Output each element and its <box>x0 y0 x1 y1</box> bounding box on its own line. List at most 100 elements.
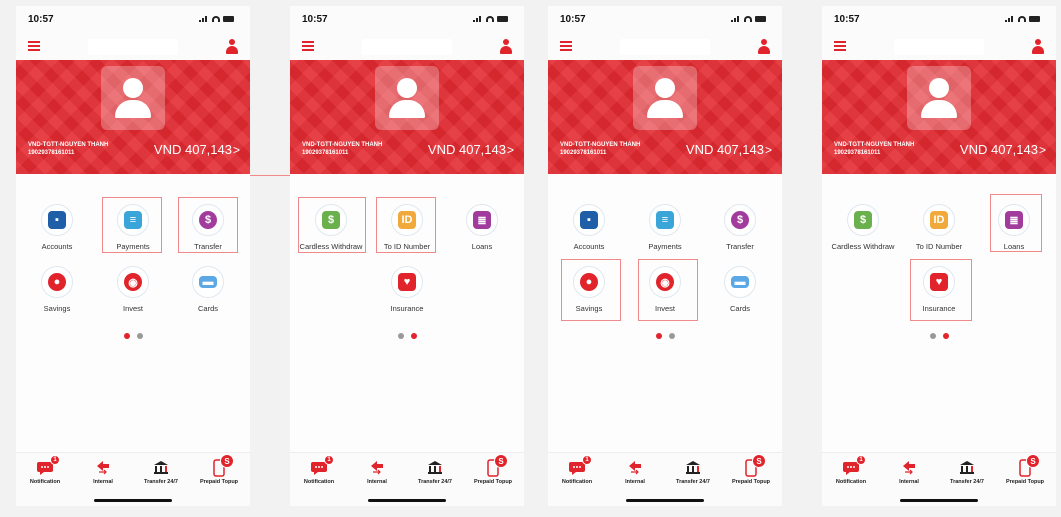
bill-icon: ≡ <box>656 211 674 229</box>
tile-savings[interactable]: ● Savings <box>17 266 97 324</box>
signal-icon <box>199 16 209 22</box>
bottom-tab-bar: 1 Notification Internal Transfer 24/7 S … <box>16 452 250 506</box>
account-balance[interactable]: VND 407,143> <box>686 142 772 157</box>
tile-insurance[interactable]: ♥ Insurance <box>367 266 447 324</box>
tile-cards-label: Cards <box>197 304 218 313</box>
bank-icon <box>152 459 170 477</box>
page-dot-active[interactable] <box>942 333 949 339</box>
tab-prepaid[interactable]: S Prepaid Topup <box>464 454 522 489</box>
notification-badge: 1 <box>582 455 592 465</box>
user-profile-icon[interactable] <box>500 39 512 55</box>
quick-actions-grid: $ Cardless Withdraw ID To ID Number ≣ Lo… <box>822 174 1056 454</box>
tile-to-id-number[interactable]: ID To ID Number <box>899 204 979 262</box>
tab-transfer247[interactable]: Transfer 24/7 <box>132 459 190 489</box>
status-time: 10:57 <box>302 14 328 25</box>
phone-screen-3: 10:57 VND-TGTT-NGUYEN THANH 190293781610… <box>548 6 782 506</box>
tab-transfer247[interactable]: Transfer 24/7 <box>938 459 996 489</box>
user-profile-icon[interactable] <box>758 39 770 55</box>
tab-transfer247[interactable]: Transfer 24/7 <box>406 459 464 489</box>
tab-notification[interactable]: 1 Notification <box>548 455 606 489</box>
tile-cardless-withdraw[interactable]: $ Cardless Withdraw <box>823 204 903 262</box>
tile-loans[interactable]: ≣ Loans <box>442 204 522 262</box>
tile-cards[interactable]: ▬ Cards <box>168 266 248 324</box>
page-dot[interactable] <box>136 333 143 339</box>
top-search-bar[interactable] <box>88 39 178 55</box>
avatar[interactable] <box>907 66 971 130</box>
tile-transfer[interactable]: $ Transfer <box>700 204 780 262</box>
tile-invest[interactable]: ◉ Invest <box>93 266 173 324</box>
status-icons <box>199 16 234 22</box>
home-indicator <box>900 499 978 502</box>
account-balance[interactable]: VND 407,143> <box>154 142 240 157</box>
top-search-bar[interactable] <box>362 39 452 55</box>
cash-withdraw-icon: $ <box>854 211 872 229</box>
user-profile-icon[interactable] <box>1032 39 1044 55</box>
wallet-icon: ▪ <box>48 211 66 229</box>
tab-internal[interactable]: Internal <box>606 459 664 489</box>
account-banner[interactable]: VND-TGTT-NGUYEN THANH 19029378161011 VND… <box>16 60 250 174</box>
page-dot-active[interactable] <box>123 333 130 339</box>
tab-prepaid-label: Prepaid Topup <box>199 479 239 485</box>
tab-notification[interactable]: 1 Notification <box>290 455 348 489</box>
tab-internal[interactable]: Internal <box>880 459 938 489</box>
tab-notification[interactable]: 1 Notification <box>16 455 74 489</box>
tile-payments[interactable]: ≡ Payments <box>625 204 705 262</box>
account-banner[interactable]: VND-TGTT-NGUYEN THANH 19029378161011 VND… <box>822 60 1056 174</box>
balance-amount: VND 407,143 <box>427 142 506 157</box>
bank-icon <box>684 459 702 477</box>
account-number: 19029378161011 <box>28 150 75 156</box>
tab-prepaid[interactable]: S Prepaid Topup <box>722 454 780 489</box>
avatar[interactable] <box>101 66 165 130</box>
tab-internal[interactable]: Internal <box>74 459 132 489</box>
signal-icon <box>731 16 741 22</box>
top-search-bar[interactable] <box>894 39 984 55</box>
battery-icon <box>1029 16 1040 22</box>
page-dot[interactable] <box>668 333 675 339</box>
avatar[interactable] <box>633 66 697 130</box>
tile-cards[interactable]: ▬ Cards <box>700 266 780 324</box>
wifi-icon <box>212 16 220 22</box>
hamburger-menu-icon[interactable] <box>560 41 572 51</box>
tab-notification-label: Notification <box>835 479 867 485</box>
status-time: 10:57 <box>28 14 54 25</box>
tab-prepaid[interactable]: S Prepaid Topup <box>996 454 1054 489</box>
wallet-icon: ▪ <box>580 211 598 229</box>
tab-transfer247-label: Transfer 24/7 <box>950 479 984 485</box>
avatar[interactable] <box>375 66 439 130</box>
hamburger-menu-icon[interactable] <box>834 41 846 51</box>
account-balance[interactable]: VND 407,143> <box>428 142 514 157</box>
tab-internal-label: Internal <box>625 479 645 485</box>
account-balance[interactable]: VND 407,143> <box>960 142 1046 157</box>
notification-badge: 1 <box>856 455 866 465</box>
page-indicator <box>16 333 250 341</box>
tab-notification-label: Notification <box>29 479 61 485</box>
phone-screen-1: 10:57 VND-TGTT-NGUYEN THANH 190293781610… <box>16 6 250 506</box>
tile-savings-label: Savings <box>43 304 71 313</box>
chevron-right-icon: > <box>506 143 514 157</box>
tile-loans-label: Loans <box>471 242 493 251</box>
tab-transfer247[interactable]: Transfer 24/7 <box>664 459 722 489</box>
page-dot[interactable] <box>397 333 404 339</box>
tab-internal[interactable]: Internal <box>348 459 406 489</box>
tab-prepaid[interactable]: S Prepaid Topup <box>190 454 248 489</box>
top-search-bar[interactable] <box>620 39 710 55</box>
account-number: 19029378161011 <box>560 150 607 156</box>
page-dot-active[interactable] <box>410 333 417 339</box>
hamburger-menu-icon[interactable] <box>302 41 314 51</box>
tile-accounts[interactable]: ▪ Accounts <box>17 204 97 262</box>
status-bar: 10:57 <box>290 6 524 36</box>
account-banner[interactable]: VND-TGTT-NGUYEN THANH 19029378161011 VND… <box>548 60 782 174</box>
user-profile-icon[interactable] <box>226 39 238 55</box>
quick-actions-grid: ▪ Accounts ≡ Payments $ Transfer ● Savin… <box>548 174 782 454</box>
battery-icon <box>755 16 766 22</box>
balance-amount: VND 407,143 <box>685 142 764 157</box>
account-banner[interactable]: VND-TGTT-NGUYEN THANH 19029378161011 VND… <box>290 60 524 174</box>
tab-notification[interactable]: 1 Notification <box>822 455 880 489</box>
tile-accounts[interactable]: ▪ Accounts <box>549 204 629 262</box>
prepaid-badge: S <box>220 454 234 468</box>
status-time: 10:57 <box>834 14 860 25</box>
status-bar: 10:57 <box>16 6 250 36</box>
hamburger-menu-icon[interactable] <box>28 41 40 51</box>
page-dot-active[interactable] <box>655 333 662 339</box>
page-dot[interactable] <box>929 333 936 339</box>
